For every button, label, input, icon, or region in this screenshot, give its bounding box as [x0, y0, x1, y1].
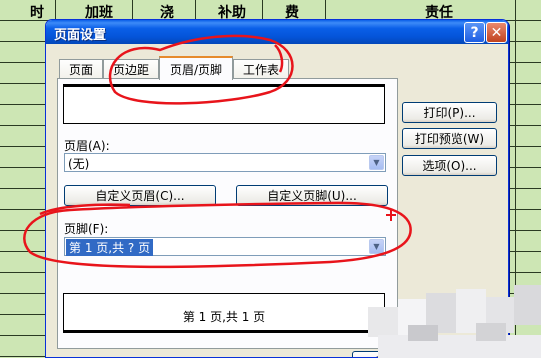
close-icon: ✕	[490, 24, 503, 41]
footer-label: 页脚(F):	[64, 222, 109, 236]
dialog-title: 页面设置	[54, 28, 107, 43]
custom-header-label: 自定义页眉(C)...	[95, 189, 185, 203]
footer-select-value: 第 1 页,共 ? 页	[66, 239, 154, 256]
footer-preview: 第 1 页,共 1 页	[63, 293, 385, 333]
options-button[interactable]: 选项(O)...	[402, 155, 497, 176]
custom-header-button[interactable]: 自定义页眉(C)...	[64, 185, 216, 206]
header-select-value: (无)	[68, 157, 90, 171]
print-preview-button[interactable]: 打印预览(W)	[402, 128, 497, 149]
tab-sheet[interactable]: 工作表	[233, 59, 289, 79]
tab-label: 页眉/页脚	[169, 62, 223, 77]
tab-page[interactable]: 页面	[59, 59, 103, 79]
chevron-down-icon[interactable]: ▼	[369, 239, 384, 254]
footer-preview-text: 第 1 页,共 1 页	[182, 310, 266, 324]
help-button[interactable]: ?	[464, 22, 485, 43]
custom-footer-button[interactable]: 自定义页脚(U)...	[236, 185, 388, 206]
header-label: 页眉(A):	[64, 139, 110, 153]
chevron-down-icon[interactable]: ▼	[369, 155, 384, 170]
custom-footer-label: 自定义页脚(U)...	[267, 189, 357, 203]
sheet-header-row: 时 加班 浇 补助 费 责任	[0, 0, 541, 22]
close-button[interactable]: ✕	[486, 22, 507, 43]
header-footer-panel: 页眉(A): (无) ▼ 自定义页眉(C)... 自定义页脚(U)... 页脚(…	[57, 78, 398, 349]
print-preview-label: 打印预览(W)	[414, 132, 485, 146]
print-button[interactable]: 打印(P)...	[402, 102, 497, 123]
tab-label: 页面	[68, 63, 93, 77]
tab-header-footer[interactable]: 页眉/页脚	[159, 56, 233, 80]
help-icon: ?	[470, 24, 479, 41]
pixelated-watermark	[368, 285, 541, 358]
tab-margins[interactable]: 页边距	[103, 59, 159, 79]
header-preview	[63, 84, 385, 124]
print-label: 打印(P)...	[423, 106, 476, 120]
tab-label: 页边距	[112, 63, 149, 77]
header-select[interactable]: (无) ▼	[64, 153, 386, 172]
footer-select[interactable]: 第 1 页,共 ? 页 ▼	[64, 237, 386, 256]
tab-label: 工作表	[242, 63, 279, 77]
dialog-titlebar[interactable]: 页面设置 ? ✕	[46, 20, 508, 44]
sheet-header-cell[interactable]: 时	[30, 2, 44, 22]
options-label: 选项(O)...	[422, 159, 477, 173]
